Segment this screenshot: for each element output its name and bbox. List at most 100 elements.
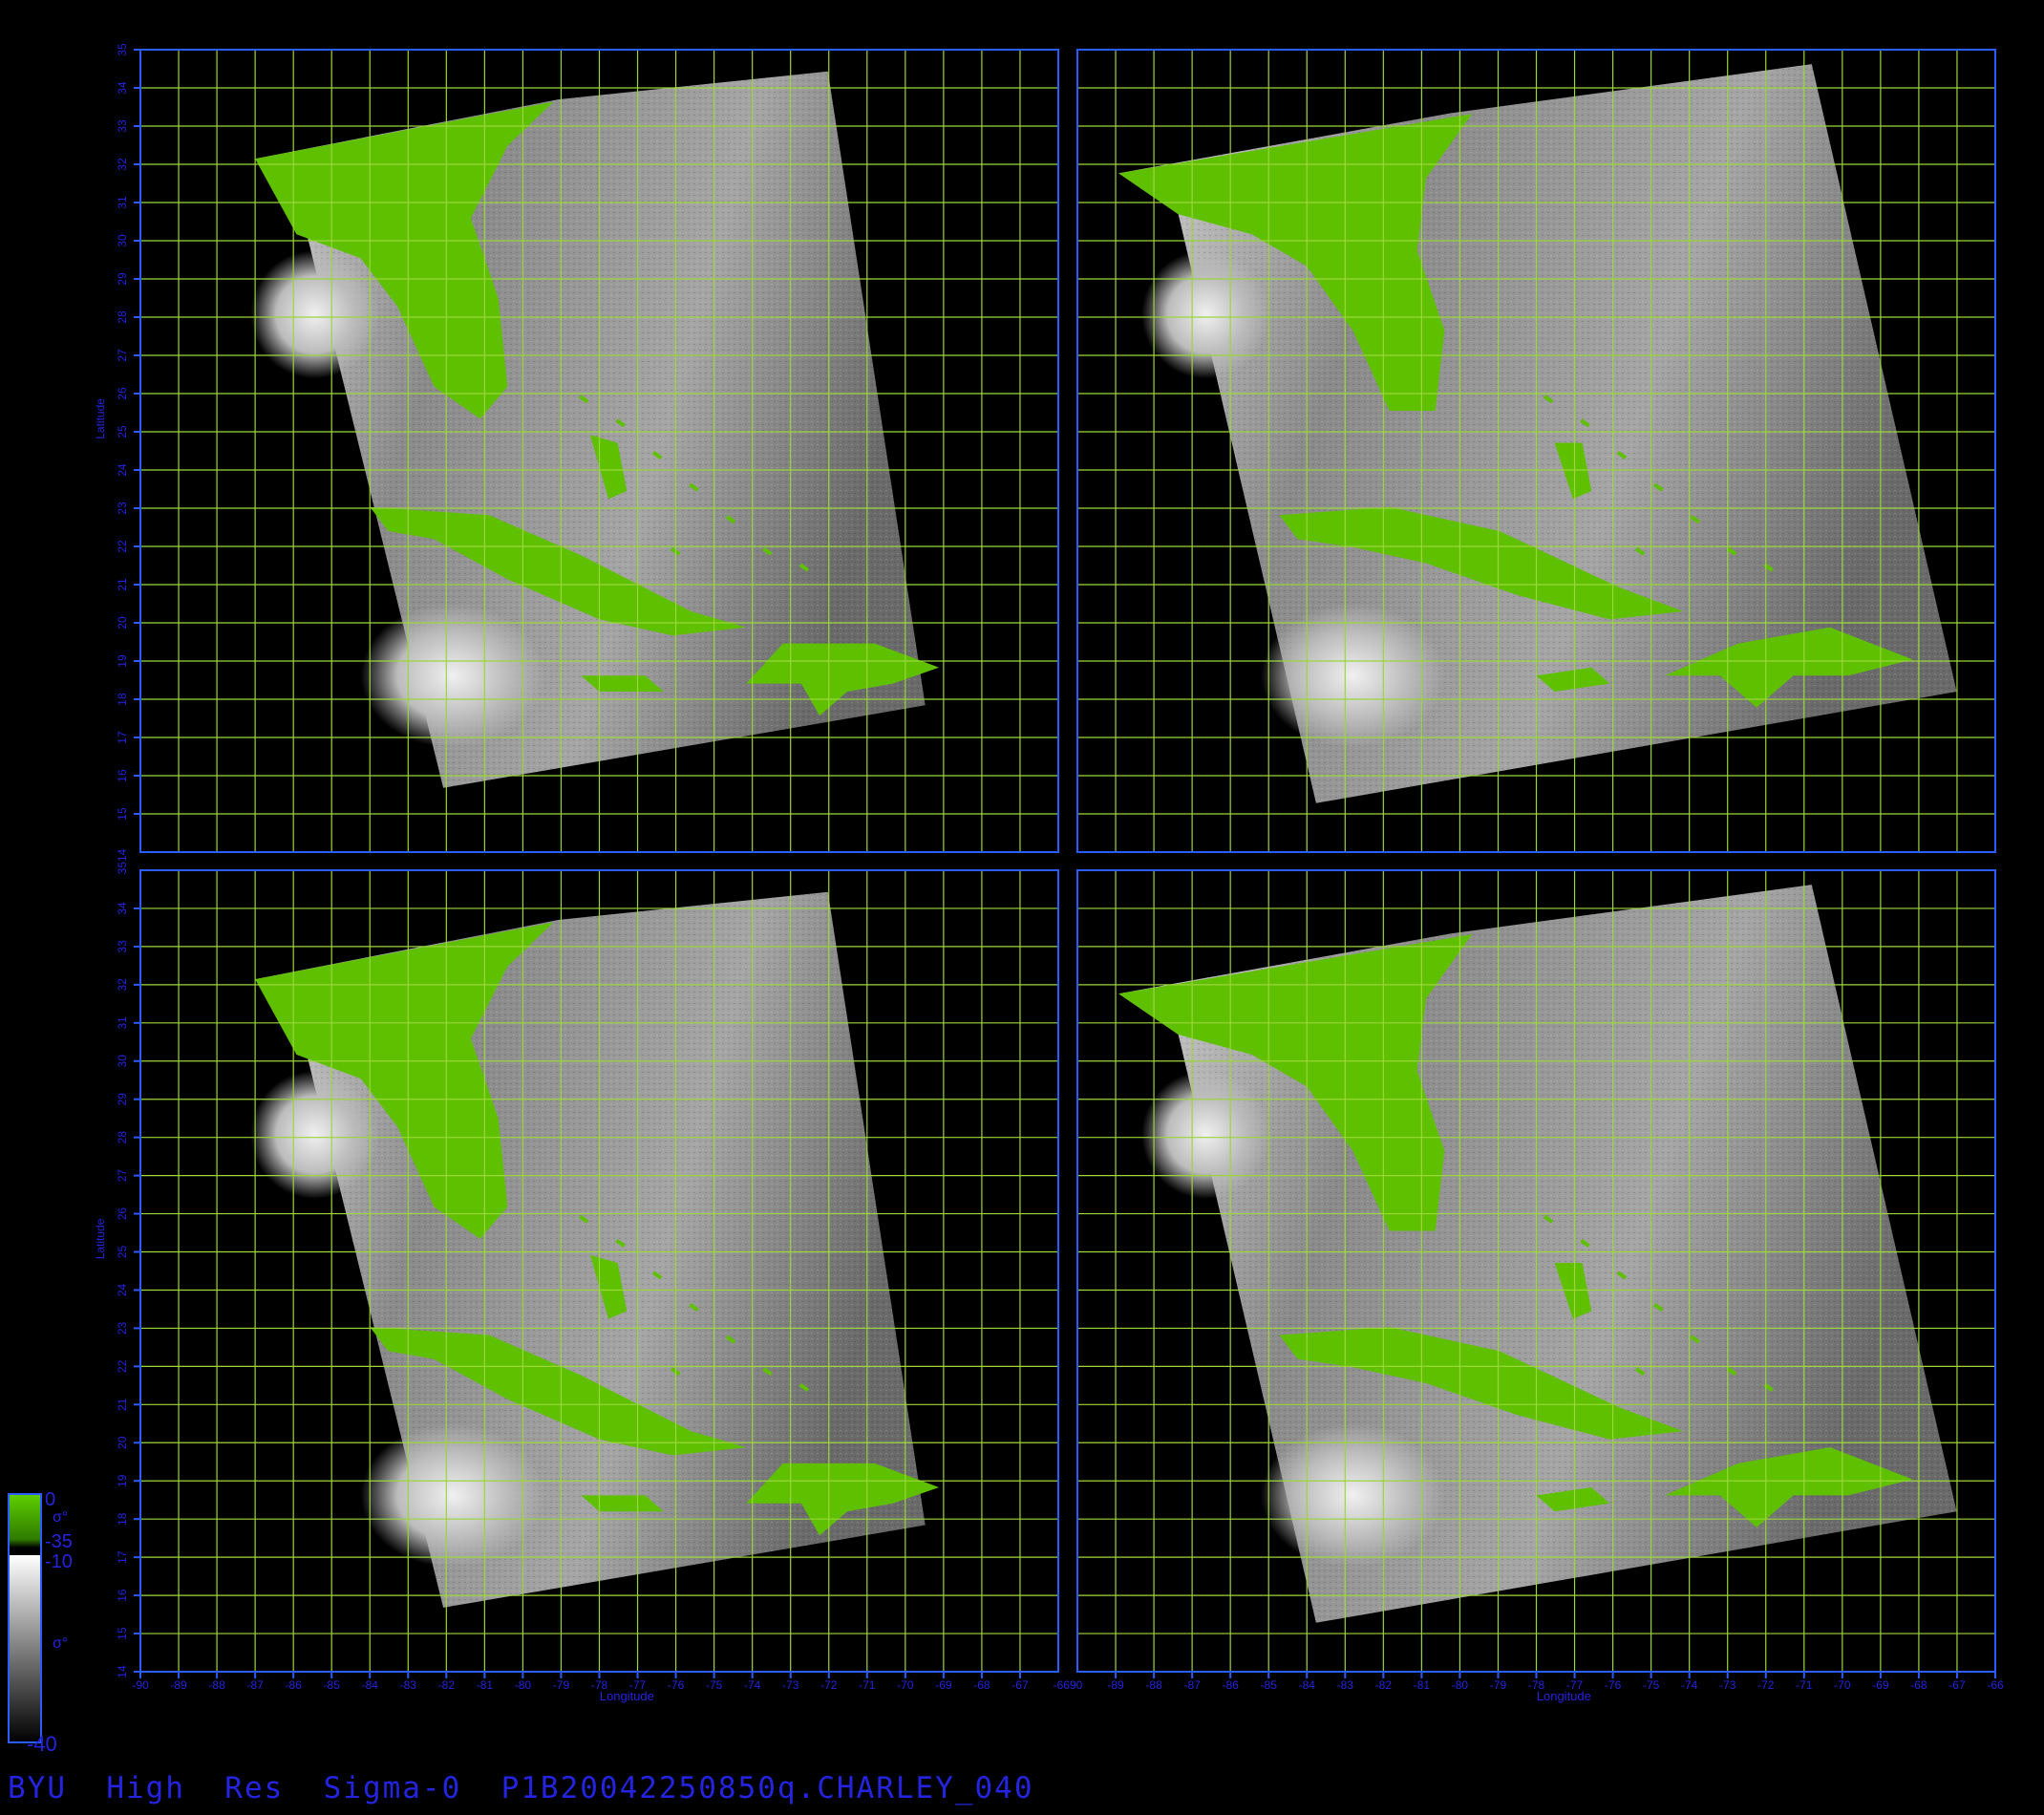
longitude-tick-label: -67 bbox=[1011, 1678, 1029, 1692]
latitude-tick-label: 33 bbox=[116, 940, 129, 953]
longitude-tick-label: -70 bbox=[897, 1678, 914, 1692]
colorbar-ocean-scale bbox=[9, 1555, 41, 1742]
longitude-tick-label: -69 bbox=[935, 1678, 952, 1692]
gulf-bright-feature bbox=[1141, 250, 1270, 379]
latitude-tick-label: 29 bbox=[116, 272, 129, 286]
longitude-tick-label: -71 bbox=[859, 1678, 876, 1692]
longitude-tick-label: -73 bbox=[782, 1678, 799, 1692]
map-panel-top-right bbox=[1076, 49, 1996, 853]
latitude-tick-label: 17 bbox=[116, 731, 129, 744]
latitude-tick-label: 26 bbox=[116, 387, 129, 400]
longitude-tick-label: -80 bbox=[515, 1678, 532, 1692]
colorbar-land-min-label: -35 bbox=[45, 1531, 73, 1552]
longitude-tick-label: -68 bbox=[1910, 1678, 1927, 1692]
latitude-tick-label: 30 bbox=[116, 1055, 129, 1068]
longitude-tick-label: -74 bbox=[1681, 1678, 1698, 1692]
longitude-tick-label: -72 bbox=[820, 1678, 838, 1692]
longitude-tick-label: -72 bbox=[1757, 1678, 1775, 1692]
longitude-tick-label: -67 bbox=[1948, 1678, 1966, 1692]
colorbar-ocean-unit-label: σ° bbox=[53, 1635, 69, 1652]
latitude-tick-label: 17 bbox=[116, 1550, 129, 1564]
latitude-tick-join-label: 3514 bbox=[116, 848, 129, 874]
latitude-tick-label: 15 bbox=[116, 807, 129, 821]
latitude-tick-label: 25 bbox=[116, 425, 129, 438]
map-panel-top-left: 15 16 17 18 19 20 21 22 23 24 25 26 27 28 29 30 31 32 33 34… bbox=[94, 43, 1059, 853]
longitude-tick-label: -86 bbox=[1222, 1678, 1239, 1692]
longitude-tick-label: -73 bbox=[1719, 1678, 1736, 1692]
latitude-tick-label: 33 bbox=[116, 119, 129, 133]
latitude-tick-label: 16 bbox=[116, 1589, 129, 1602]
longitude-tick-label: -85 bbox=[1261, 1678, 1278, 1692]
longitude-tick-label: -81 bbox=[1414, 1678, 1431, 1692]
storm-feature bbox=[360, 1422, 544, 1568]
latitude-tick-label: 20 bbox=[116, 616, 129, 630]
colorbar-land-max-label: 0 bbox=[45, 1489, 56, 1510]
latitude-tick-label: 22 bbox=[116, 540, 129, 553]
longitude-tick-label: -79 bbox=[1490, 1678, 1507, 1692]
longitude-tick-label: -83 bbox=[400, 1678, 417, 1692]
latitude-tick-label: 34 bbox=[116, 81, 129, 95]
latitude-tick-label: 26 bbox=[116, 1207, 129, 1221]
latitude-tick-label: 28 bbox=[116, 310, 129, 324]
longitude-tick-label: -84 bbox=[362, 1678, 379, 1692]
latitude-tick-label: 29 bbox=[116, 1093, 129, 1106]
longitude-tick-label: -86 bbox=[285, 1678, 302, 1692]
longitude-tick-label: -88 bbox=[1145, 1678, 1162, 1692]
latitude-tick-label: 23 bbox=[116, 1321, 129, 1335]
longitude-tick-label: -75 bbox=[1643, 1678, 1660, 1692]
latitude-tick-label: 34 bbox=[116, 902, 129, 915]
longitude-tick-label: -83 bbox=[1337, 1678, 1354, 1692]
latitude-tick-label: 24 bbox=[116, 1283, 129, 1296]
storm-feature bbox=[1261, 603, 1445, 748]
latitude-tick-label: 18 bbox=[116, 1512, 129, 1526]
longitude-tick-label: -87 bbox=[246, 1678, 264, 1692]
latitude-tick-label: 18 bbox=[116, 693, 129, 706]
latitude-tick-label: 19 bbox=[116, 654, 129, 668]
gulf-bright-feature bbox=[250, 250, 379, 379]
latitude-tick-label: 21 bbox=[116, 578, 129, 591]
colorbar bbox=[8, 1493, 42, 1743]
longitude-tick-label: -75 bbox=[706, 1678, 723, 1692]
longitude-tick-label: -87 bbox=[1183, 1678, 1201, 1692]
map-figure: 15 16 17 18 19 20 21 22 23 24 25 26 27 28 29 30 31 32 33 34… bbox=[8, 43, 2004, 1743]
latitude-tick-label: 27 bbox=[116, 349, 129, 362]
longitude-tick-label: -71 bbox=[1796, 1678, 1813, 1692]
gulf-bright-feature bbox=[1141, 1070, 1270, 1199]
colorbar-land-unit-label: σ° bbox=[53, 1509, 69, 1526]
x-axis-label: Longitude bbox=[600, 1689, 654, 1703]
longitude-tick-label: -90 bbox=[132, 1678, 149, 1692]
latitude-tick-label: 32 bbox=[116, 158, 129, 171]
longitude-tick-label: -89 bbox=[1107, 1678, 1124, 1692]
latitude-tick-label: 30 bbox=[116, 234, 129, 247]
longitude-tick-label: -68 bbox=[973, 1678, 990, 1692]
map-panel-bottom-left: 14 15 16 17 18 19 20 21 22 23 24 25 26 27 28 29 30 31 32 33… bbox=[94, 848, 1083, 1703]
longitude-tick-label: -80 bbox=[1452, 1678, 1469, 1692]
map-panel-bottom-right: -89 -88 -87 -86 -85 -84 -83 -82 -81 -80 -79 -78 -77-… bbox=[1076, 869, 2004, 1703]
longitude-tick-label: -85 bbox=[324, 1678, 341, 1692]
longitude-tick-label: -76 bbox=[1605, 1678, 1622, 1692]
storm-feature bbox=[1261, 1422, 1445, 1568]
colorbar-land-scale bbox=[9, 1494, 41, 1548]
longitude-tick-label: -82 bbox=[1375, 1678, 1393, 1692]
latitude-tick-label: 31 bbox=[116, 1016, 129, 1030]
latitude-tick-label: 14 bbox=[116, 1665, 129, 1678]
colorbar-ocean-max-label: -10 bbox=[45, 1551, 73, 1572]
latitude-tick-label: 21 bbox=[116, 1398, 129, 1411]
latitude-tick-label: 32 bbox=[116, 978, 129, 992]
colorbar-ocean-min-label: -40 bbox=[27, 1732, 57, 1756]
gulf-bright-feature bbox=[250, 1070, 379, 1199]
longitude-tick-label: -79 bbox=[553, 1678, 570, 1692]
longitude-tick-label: -89 bbox=[170, 1678, 187, 1692]
longitude-tick-label: -76 bbox=[668, 1678, 685, 1692]
latitude-tick-label: 15 bbox=[116, 1627, 129, 1640]
longitude-tick-label: -66 bbox=[1987, 1678, 2004, 1692]
latitude-tick-label: 22 bbox=[116, 1359, 129, 1373]
latitude-tick-label: 19 bbox=[116, 1474, 129, 1487]
storm-feature bbox=[360, 603, 544, 748]
latitude-tick-label: 25 bbox=[116, 1246, 129, 1259]
latitude-tick-label: 16 bbox=[116, 769, 129, 782]
longitude-tick-label: -70 bbox=[1834, 1678, 1851, 1692]
longitude-tick-label: -81 bbox=[477, 1678, 494, 1692]
latitude-tick-label: 28 bbox=[116, 1131, 129, 1144]
latitude-tick-label: 20 bbox=[116, 1436, 129, 1449]
